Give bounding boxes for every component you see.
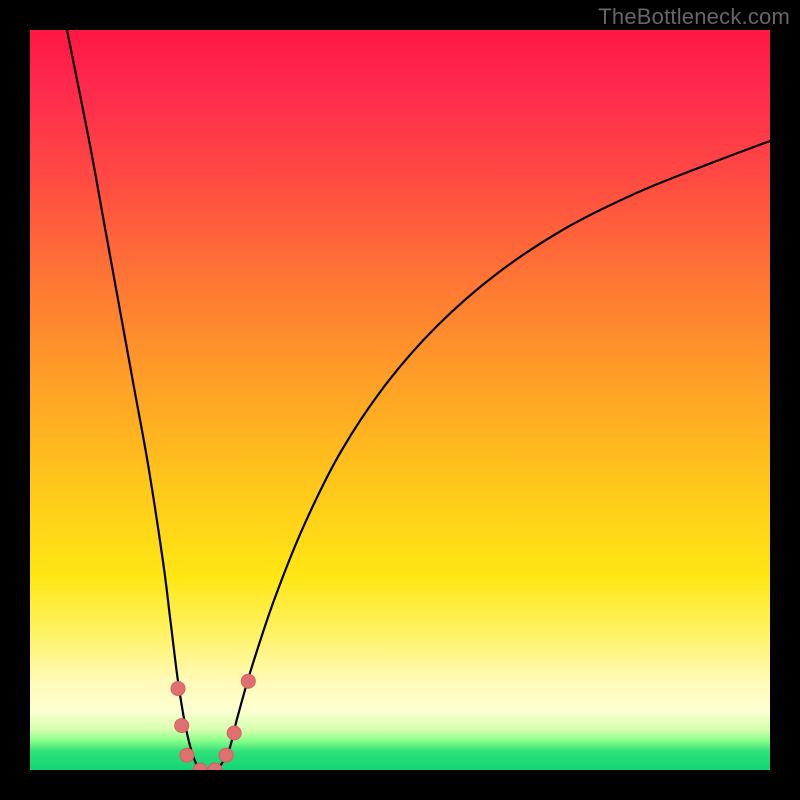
curve-marker <box>219 748 233 762</box>
bottleneck-curve <box>67 30 770 770</box>
curve-layer <box>30 30 770 770</box>
watermark-text: TheBottleneck.com <box>598 4 790 30</box>
curve-marker <box>175 719 189 733</box>
curve-marker <box>171 682 185 696</box>
curve-marker <box>180 748 194 762</box>
plot-area <box>30 30 770 770</box>
chart-container: TheBottleneck.com <box>0 0 800 800</box>
curve-marker <box>208 763 222 770</box>
curve-markers <box>171 674 255 770</box>
curve-marker <box>227 726 241 740</box>
curve-marker <box>241 674 255 688</box>
